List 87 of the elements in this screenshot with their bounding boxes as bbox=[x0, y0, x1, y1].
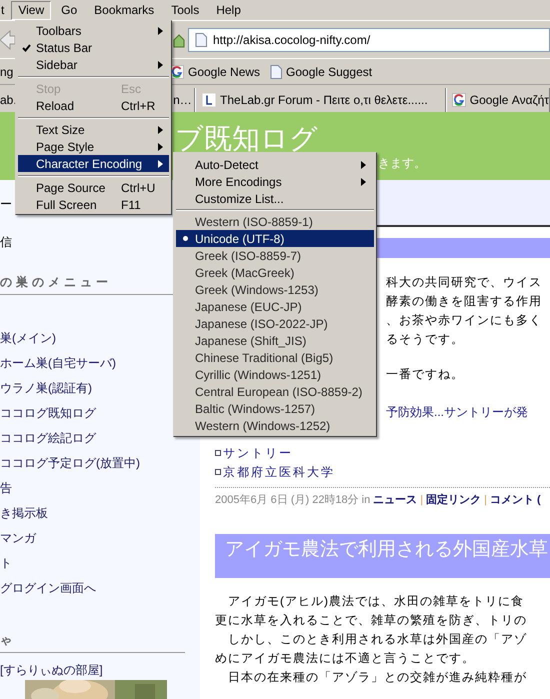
entry-title: アイガモ農法で利用される外国産水草 bbox=[215, 534, 550, 578]
sidebar-link[interactable]: ココログ絵記ログ bbox=[0, 426, 96, 451]
sidebar-link[interactable]: ウラノ巣(認証有) bbox=[0, 376, 92, 401]
menu-title[interactable]: Help bbox=[209, 0, 248, 20]
submenu-arrow-icon bbox=[158, 60, 163, 68]
menu-item[interactable]: Page Style bbox=[18, 138, 169, 155]
menu-item[interactable]: Customize List... bbox=[176, 190, 374, 207]
encoding-option[interactable]: Baltic (Windows-1257) bbox=[176, 400, 374, 417]
encoding-option[interactable]: Western (ISO-8859-1) bbox=[176, 213, 374, 230]
article-text: 酵素の働きを阻害する作用 bbox=[386, 293, 543, 310]
sidebar-link[interactable]: マンガ bbox=[0, 526, 36, 551]
google-icon bbox=[452, 93, 466, 107]
menu-item[interactable]: More Encodings bbox=[176, 173, 374, 190]
encoding-option[interactable]: Cyrillic (Windows-1251) bbox=[176, 366, 374, 383]
post-meta: in bbox=[362, 493, 370, 508]
menu-item[interactable]: Page Source Ctrl+U bbox=[18, 179, 169, 196]
related-link[interactable]: 京都府立医科大学 bbox=[223, 462, 335, 480]
menu-item[interactable]: Reload Ctrl+R bbox=[18, 97, 169, 114]
submenu-arrow-icon bbox=[158, 26, 163, 34]
sidebar-text: 信 bbox=[0, 234, 12, 251]
menu-title[interactable]: Go bbox=[54, 0, 84, 20]
submenu-arrow-icon bbox=[361, 160, 366, 168]
post-meta: 2005年6月 6日 (月) 22時18分 bbox=[215, 493, 359, 508]
blog-description: きます。 bbox=[378, 155, 426, 172]
sidebar-link[interactable]: 巣(メイン) bbox=[0, 326, 56, 351]
encoding-option[interactable]: Japanese (Shift_JIS) bbox=[176, 332, 374, 349]
separator: | bbox=[484, 493, 487, 508]
checkmark-icon bbox=[22, 44, 31, 52]
article-text: 更に水草を入れることで、雑草の繁殖を防ぎ、トリの bbox=[215, 612, 528, 628]
encoding-option[interactable]: Greek (ISO-8859-7) bbox=[176, 247, 374, 264]
menu-title[interactable]: t bbox=[0, 0, 12, 20]
site-icon bbox=[202, 93, 216, 107]
bullet-icon bbox=[215, 468, 221, 474]
back-arrow-icon[interactable] bbox=[0, 28, 15, 50]
submenu-arrow-icon bbox=[158, 160, 163, 168]
bookmark[interactable]: Google Suggest bbox=[270, 62, 372, 80]
sidebar-link[interactable]: ココログ既知ログ bbox=[0, 401, 96, 426]
sidebar-link[interactable]: ココログ予定ログ(放置中) bbox=[0, 451, 140, 476]
menu-item[interactable]: Full Screen F11 bbox=[18, 196, 169, 213]
sidebar-heading: の巣のメニュー bbox=[0, 275, 112, 289]
article-link[interactable]: 予防効果...サントリーが発 bbox=[386, 403, 550, 422]
menu-item[interactable]: Sidebar bbox=[18, 56, 169, 73]
article-text: 一番ですね。 bbox=[386, 366, 465, 383]
menu-item[interactable]: Auto-Detect bbox=[176, 156, 374, 173]
encoding-option[interactable]: Central European (ISO-8859-2) bbox=[176, 383, 374, 400]
submenu-arrow-icon bbox=[158, 142, 163, 150]
encoding-option[interactable]: Japanese (ISO-2022-JP) bbox=[176, 315, 374, 332]
post-link[interactable]: ニュース bbox=[373, 492, 418, 508]
menu-title[interactable]: Tools bbox=[164, 0, 206, 20]
submenu-arrow-icon bbox=[158, 126, 163, 134]
sidebar-text: ー bbox=[0, 196, 12, 213]
article-text: 日本の在来種の「アゾラ」との交雑が進み純粋種が bbox=[227, 668, 528, 686]
sidebar-link[interactable]: ホーム巣(自宅サーバ) bbox=[0, 351, 116, 376]
address-field[interactable]: http://akisa.cocolog-nifty.com/ bbox=[188, 28, 550, 52]
menu-item[interactable]: Status Bar bbox=[18, 39, 169, 56]
sidebar-link[interactable]: 告 bbox=[0, 476, 12, 501]
menu-title[interactable]: View bbox=[11, 0, 52, 20]
blog-title: ブ既知ログ bbox=[175, 122, 318, 156]
page-icon bbox=[270, 64, 282, 78]
article-text: しかし、このとき利用される水草は外国産の「アゾ bbox=[227, 630, 528, 648]
encoding-option[interactable]: Chinese Traditional (Big5) bbox=[176, 349, 374, 366]
post-link[interactable]: 固定リンク bbox=[426, 492, 482, 508]
article-text: めにアイガモ農法には不適と言うことです。 bbox=[215, 650, 476, 666]
post-link[interactable]: コメント ( bbox=[490, 492, 541, 508]
menu-item[interactable]: Toolbars bbox=[18, 22, 169, 39]
encoding-option[interactable]: Unicode (UTF-8) bbox=[176, 230, 374, 247]
menu-item[interactable]: Character Encoding bbox=[18, 155, 169, 172]
separator: | bbox=[420, 493, 424, 508]
related-link[interactable]: サントリー bbox=[223, 444, 293, 462]
article-text: 科大の共同研究で、ウイス bbox=[386, 274, 543, 291]
article-text: るそうです。 bbox=[386, 331, 465, 348]
sidebar-link[interactable]: ト bbox=[0, 551, 12, 576]
sidebar-link[interactable]: グログイン画面へ bbox=[0, 576, 96, 601]
article-text: 、お茶や赤ワインにも多く bbox=[386, 312, 543, 329]
encoding-option[interactable]: Greek (MacGreek) bbox=[176, 264, 374, 281]
menu-item[interactable]: Text Size bbox=[18, 121, 169, 138]
sidebar-link[interactable]: き掲示板 bbox=[0, 501, 48, 526]
menu-title[interactable]: Bookmarks bbox=[87, 0, 162, 20]
page-icon bbox=[195, 32, 207, 46]
submenu-arrow-icon bbox=[361, 178, 366, 186]
article-text: アイガモ(アヒル)農法では、水田の雑草をトリに食 bbox=[227, 592, 525, 610]
encoding-option[interactable]: Greek (Windows-1253) bbox=[176, 281, 374, 298]
sidebar-heading: ゃ bbox=[0, 633, 16, 647]
encoding-option[interactable]: Japanese (EUC-JP) bbox=[176, 298, 374, 315]
sidebar-link[interactable]: [すらりぃぬの部屋] bbox=[0, 660, 103, 680]
bullet-icon bbox=[215, 450, 221, 456]
encoding-option[interactable]: Western (Windows-1252) bbox=[176, 417, 374, 434]
